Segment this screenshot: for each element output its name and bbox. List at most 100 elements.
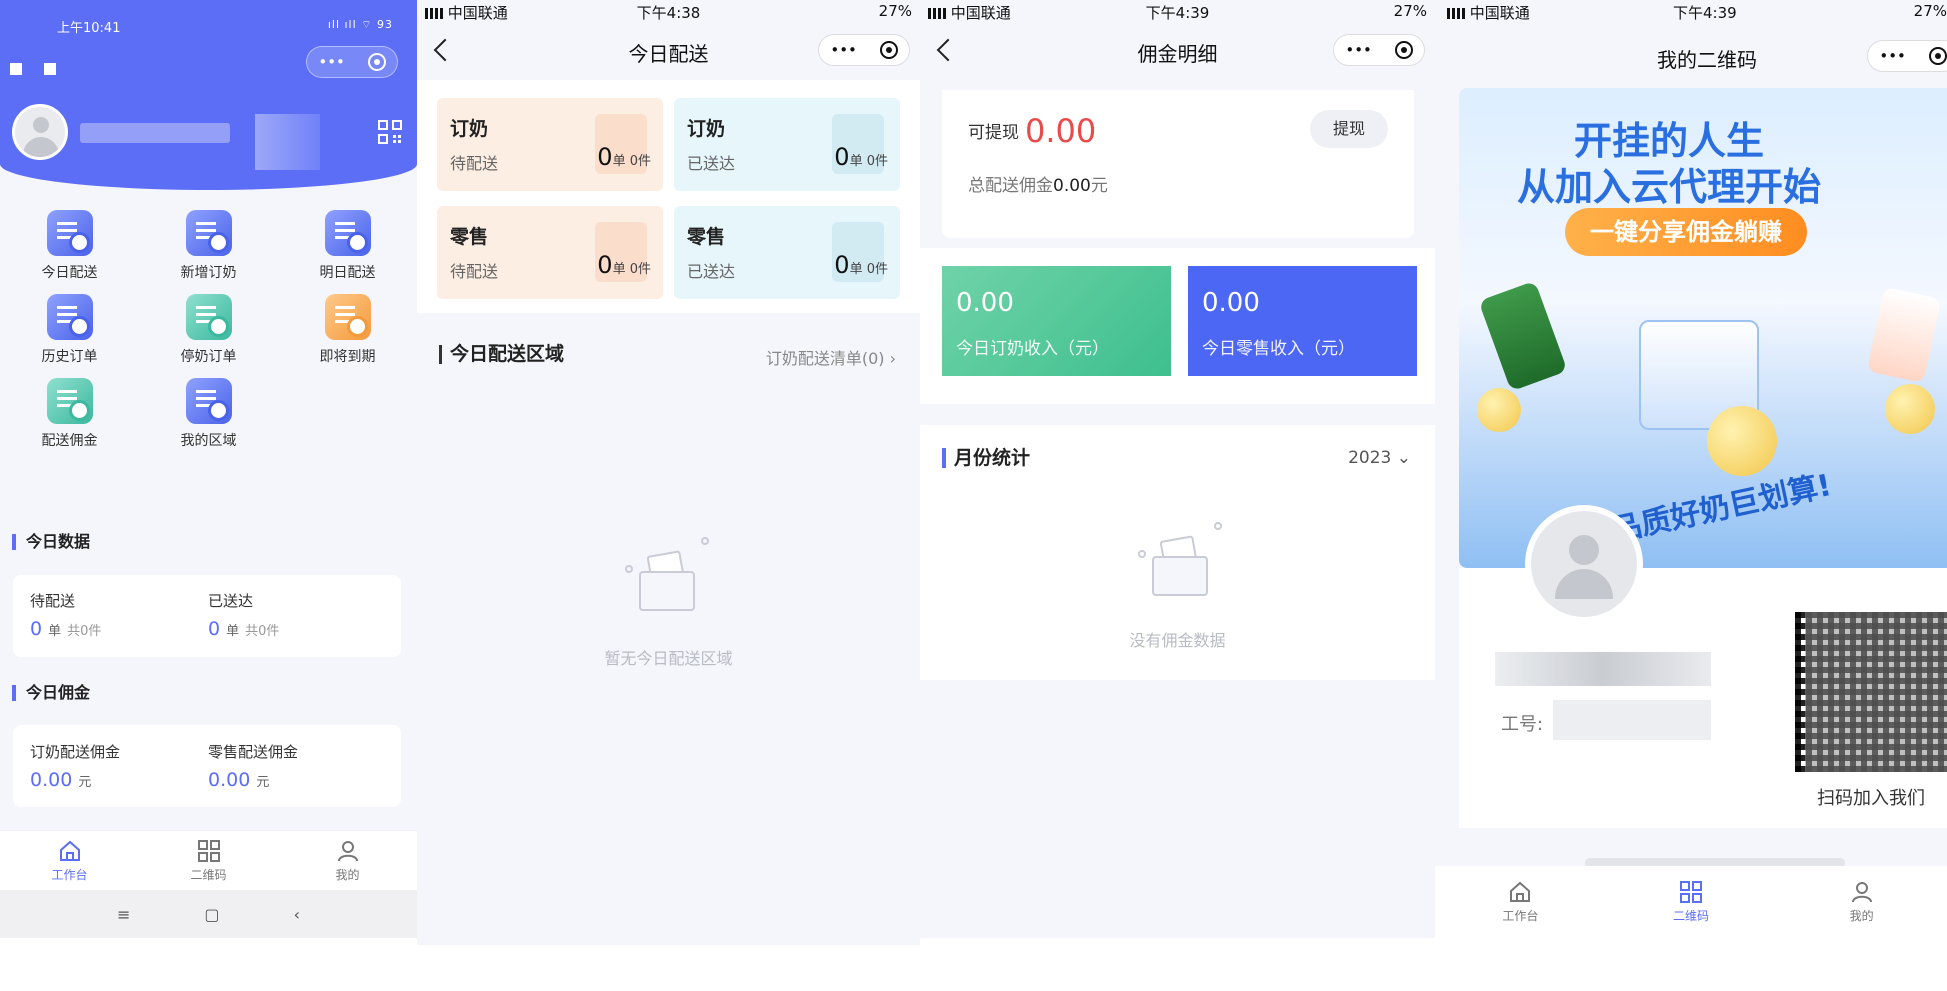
today-milk-income-card[interactable]: 0.00 今日订奶收入（元） [942,266,1171,376]
menu-label: 今日配送 [41,265,98,281]
section-title-monthly-stats: 月份统计 [942,448,1030,468]
more-icon[interactable]: ••• [830,41,857,59]
withdraw-button[interactable]: 提现 [1310,110,1388,148]
milk-commission-stat: 订奶配送佣金 0.00 元 [30,741,120,791]
milk-delivered-card[interactable]: 订奶 已送达 0单 0件 [674,98,900,191]
header-decoration [10,60,78,79]
tab-mine[interactable]: 我的 [1776,866,1947,938]
avatar[interactable] [12,104,68,160]
history-order-icon [46,294,93,340]
count-unit: 单 [612,154,626,169]
tab-label: 工作台 [51,867,88,882]
mini-program-capsule[interactable]: ••• [306,46,398,78]
retail-pending-card[interactable]: 零售 待配送 0单 0件 [437,206,663,299]
back-icon[interactable]: ‹ [294,905,300,924]
new-milk-order-icon [185,210,232,256]
menu-item-expiring-soon[interactable]: 即将到期 [278,294,417,366]
total-unit: 元 [1090,176,1108,196]
tab-label: 二维码 [190,867,227,882]
job-number-label: 工号: [1501,714,1544,735]
stat-count: 0 [208,618,221,640]
tab-bar: 工作台 二维码 我的 [1435,866,1947,938]
close-target-icon[interactable] [879,41,898,59]
tab-qrcode[interactable]: 二维码 [1606,866,1777,938]
agent-name-redacted [1495,652,1711,686]
stat-unit: 元 [256,775,270,790]
redacted-area [255,114,320,170]
close-target-icon[interactable] [367,53,386,71]
close-target-icon[interactable] [1928,47,1947,65]
menu-item-new-milk-order[interactable]: 新增订奶 [139,210,278,282]
available-balance: 可提现 0.00 [968,112,1096,150]
income-value: 0.00 [956,288,1014,318]
milk-product-image [1478,280,1568,392]
menu-item-commission[interactable]: 配送佣金 [0,378,139,450]
menu-item-tomorrow-delivery[interactable]: 明日配送 [278,210,417,282]
tab-qrcode[interactable]: 二维码 [139,831,278,890]
tab-label: 工作台 [1502,909,1539,923]
more-icon[interactable]: ••• [318,53,345,71]
more-icon[interactable]: ••• [1879,47,1906,65]
menu-item-paused-orders[interactable]: 停奶订单 [139,294,278,366]
stat-value: 0 单共0件 [30,618,101,640]
nav-bar: 佣金明细 ••• [920,32,1435,72]
today-retail-income-card[interactable]: 0.00 今日零售收入（元） [1188,266,1417,376]
delivered-stat[interactable]: 已送达 0 单共0件 [208,590,279,640]
user-name-redacted [80,123,230,143]
profile-header: 上午10:41 ıll ıll ⌔ 93 ••• [0,0,417,190]
mini-program-capsule[interactable]: ••• [818,34,910,66]
mini-program-capsule[interactable]: ••• [1867,40,1947,72]
job-number-redacted [1553,700,1711,740]
banner-ribbon-text: 品质好奶巨划算! [1608,468,1835,549]
menu-item-history-orders[interactable]: 历史订单 [0,294,139,366]
my-qrcode-screen: 中国联通 下午4:39 27% 我的二维码 ••• 开挂的人生 从加入云代理开始… [1435,0,1947,938]
card-count: 0单 0件 [834,251,888,279]
section-title-delivery-area: 今日配送区域 [439,345,564,364]
total-label: 总配送佣金 [968,176,1053,196]
page-title: 我的二维码 [1657,48,1757,72]
menu-label: 历史订单 [41,349,98,365]
paused-milk-order-icon [185,294,232,340]
stat-value: 0.00 元 [208,769,298,791]
qrcode-redaction [1805,612,1947,772]
menu-item-my-area[interactable]: 我的区域 [139,378,278,450]
tab-label: 我的 [1849,909,1874,923]
drink-bottle-image [1866,286,1942,384]
battery-text: 27% [878,2,912,20]
menu-label: 停奶订单 [180,349,237,365]
gold-coin-icon [1885,384,1935,434]
stat-unit: 单 [226,624,240,639]
delivery-summary: 订奶 待配送 0单 0件 订奶 已送达 0单 0件 零售 待配送 0单 0件 零… [417,80,920,313]
year-value: 2023 [1348,448,1392,468]
stat-unit: 元 [78,775,92,790]
menu-icon[interactable]: ≡ [117,905,130,924]
status-bar: 中国联通 下午4:38 27% [417,0,920,22]
qrcode-icon[interactable] [378,120,402,144]
close-target-icon[interactable] [1394,41,1413,59]
status-bar: 中国联通 下午4:39 27% [1435,0,1947,22]
milk-pending-card[interactable]: 订奶 待配送 0单 0件 [437,98,663,191]
menu-item-today-delivery[interactable]: 今日配送 [0,210,139,282]
tab-mine[interactable]: 我的 [278,831,417,890]
year-selector[interactable]: 2023 ⌄ [1348,448,1411,468]
commission-bag-icon [46,378,93,424]
status-icons: ıll ıll ⌔ 93 [327,18,393,31]
today-commission-card: 订奶配送佣金 0.00 元 零售配送佣金 0.00 元 [13,725,401,807]
tab-workbench[interactable]: 工作台 [1435,866,1606,938]
card-count: 0单 0件 [597,251,651,279]
pending-stat[interactable]: 待配送 0 单共0件 [30,590,101,640]
card-title: 零售 [450,226,489,248]
status-time: 上午10:41 [57,21,121,36]
mini-program-capsule[interactable]: ••• [1333,34,1425,66]
status-bar: 中国联通 下午4:39 27% [920,0,1435,22]
milk-delivery-list-link[interactable]: 订奶配送清单(0) › [766,345,896,369]
more-icon[interactable]: ••• [1345,41,1372,59]
menu-label: 新增订奶 [180,265,237,281]
tab-workbench[interactable]: 工作台 [0,831,139,890]
retail-delivered-card[interactable]: 零售 已送达 0单 0件 [674,206,900,299]
nav-bar: 今日配送 ••• [417,32,920,72]
today-delivery-screen: 中国联通 下午4:38 27% 今日配送 ••• 订奶 待配送 0单 0件 订奶… [417,0,920,945]
home-icon [1510,881,1531,902]
scan-to-join-text: 扫码加入我们 [1817,788,1925,809]
home-square-icon[interactable]: ▢ [204,905,219,924]
